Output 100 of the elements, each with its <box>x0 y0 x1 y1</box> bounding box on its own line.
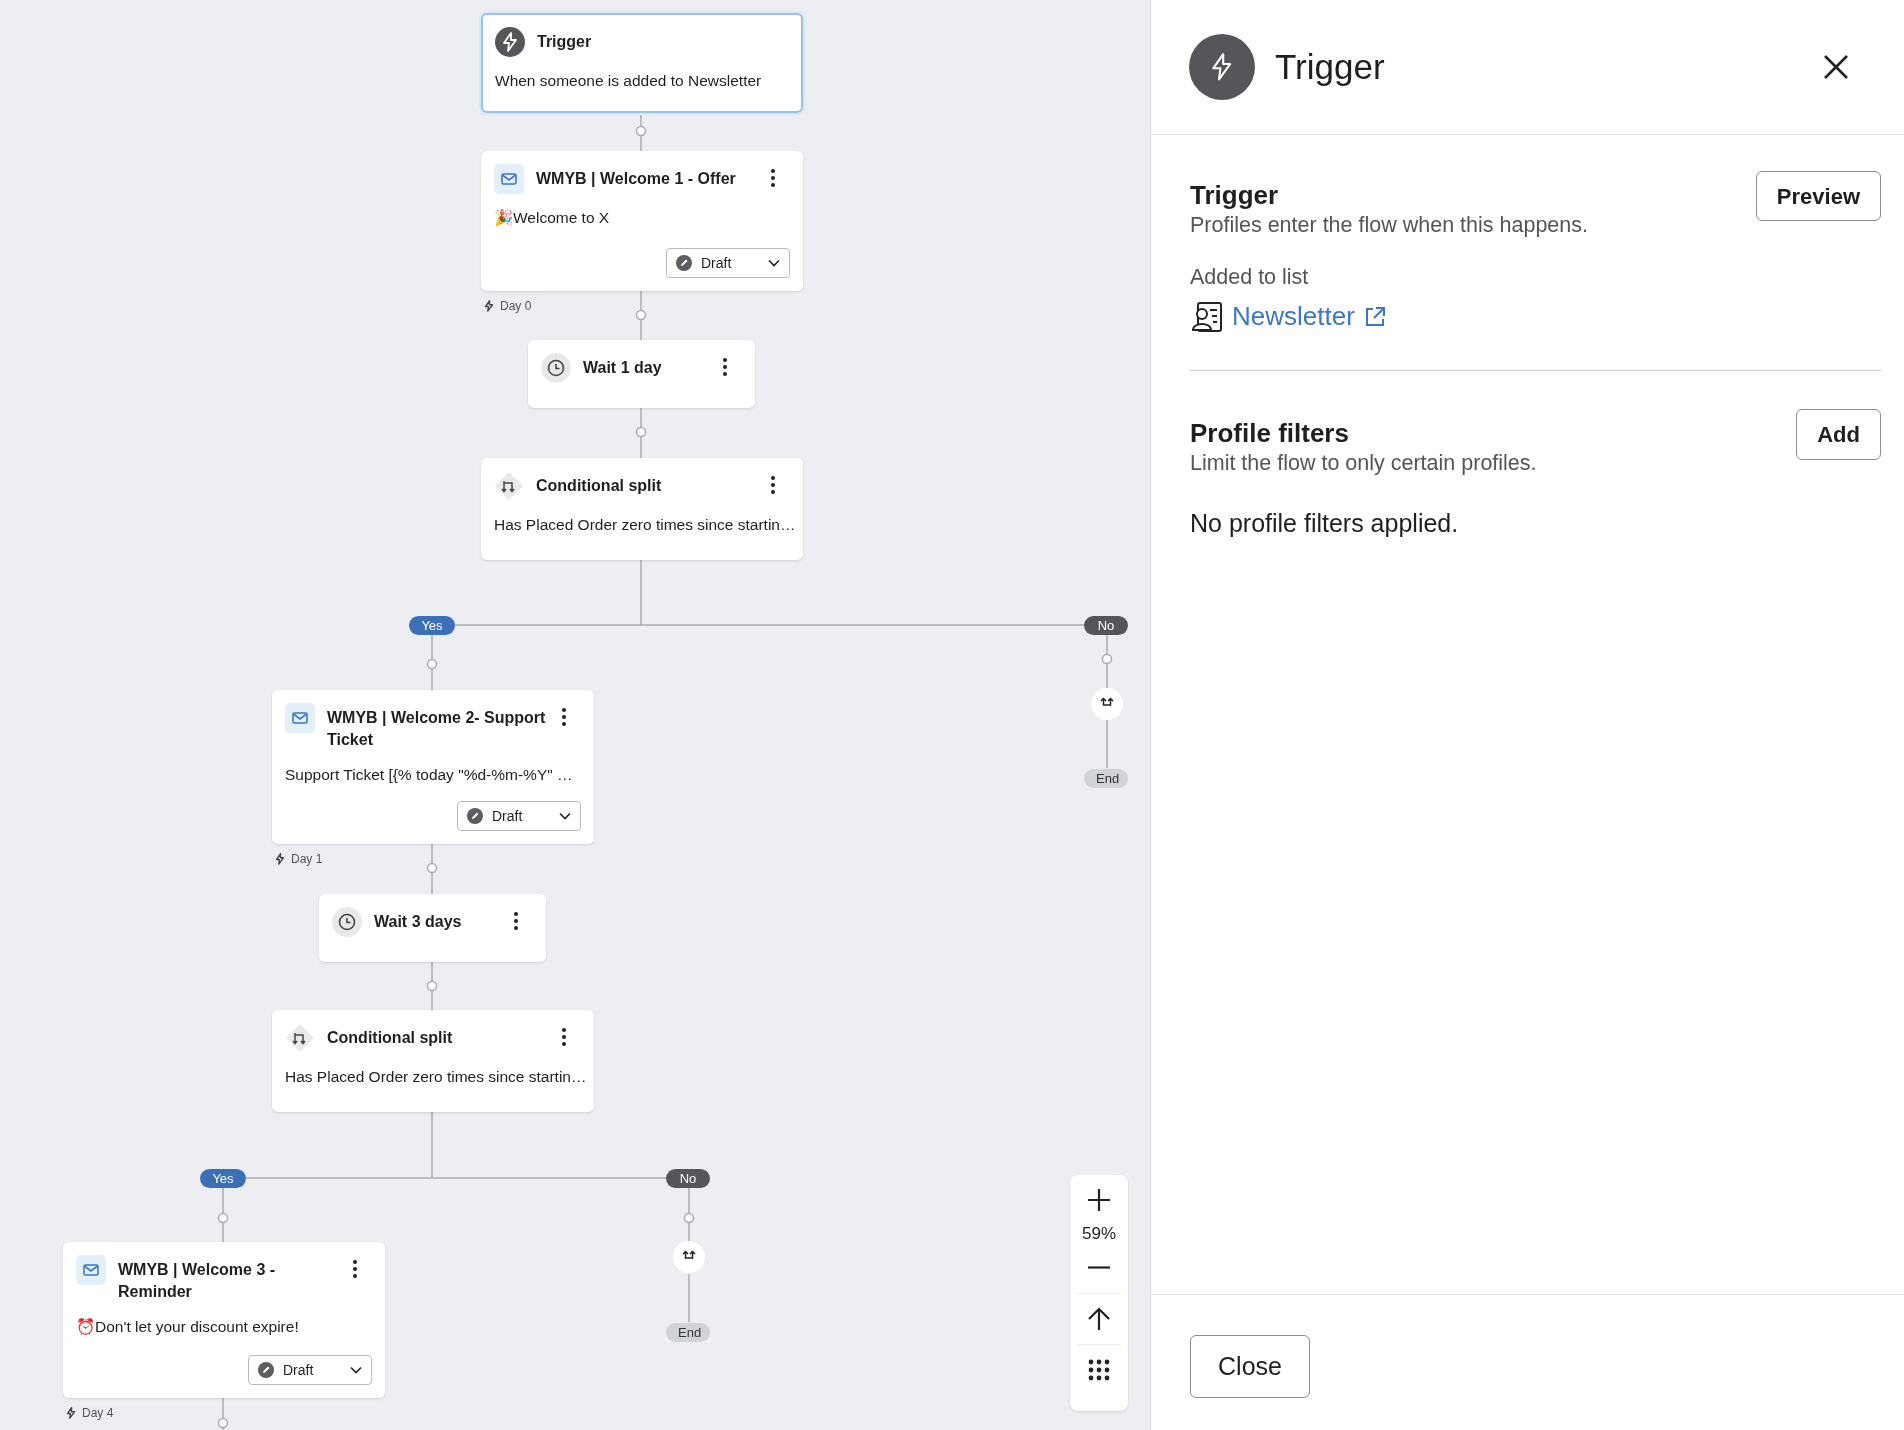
connector-line <box>222 1187 224 1215</box>
envelope-icon <box>494 164 524 194</box>
more-icon[interactable] <box>352 1259 358 1279</box>
flow-step-card[interactable]: WMYB | Welcome 1 - Offer 🎉Welcome to X Draft <box>481 151 803 291</box>
connector-line <box>1106 719 1108 769</box>
status-dropdown[interactable]: Draft <box>666 248 790 278</box>
envelope-icon <box>76 1255 106 1285</box>
more-icon[interactable] <box>722 357 728 377</box>
reroute-button[interactable] <box>673 1241 705 1273</box>
end-label: End <box>666 1322 710 1342</box>
flow-step-card[interactable]: Trigger When someone is added to Newsletter <box>481 13 803 113</box>
bolt-icon <box>1189 34 1255 100</box>
connector-line <box>222 1426 224 1430</box>
zoom-out-icon <box>1085 1266 1113 1269</box>
empty-state-text: No profile filters applied. <box>1190 508 1460 540</box>
connector-line <box>640 112 642 128</box>
connector-dot[interactable] <box>217 1212 229 1224</box>
flow-step-card[interactable]: WMYB | Welcome 3 - Reminder ⏰Don't let your discount expire! Draft <box>63 1242 385 1398</box>
connector-dot[interactable] <box>426 862 438 874</box>
day-label: Day 1 <box>291 851 323 868</box>
connector-dot[interactable] <box>1101 653 1113 665</box>
day-label: Day 0 <box>500 298 532 315</box>
section-heading: Profile filters <box>1190 417 1350 450</box>
flow-step-card[interactable]: Wait 1 day <box>528 340 755 408</box>
pencil-icon <box>257 1361 275 1379</box>
branch-label: Yes <box>200 1168 246 1188</box>
step-title: Conditional split <box>327 1028 454 1048</box>
split-arrows-icon <box>285 1023 315 1053</box>
branch-label: No <box>1084 615 1128 635</box>
connector-dot[interactable] <box>635 309 647 321</box>
flow-step-card[interactable]: Wait 3 days <box>319 894 546 962</box>
connector-line <box>431 961 433 983</box>
connector-line <box>640 407 642 429</box>
step-title: WMYB | Welcome 1 - Offer <box>536 169 737 189</box>
step-description: When someone is added to Newsletter <box>495 71 763 91</box>
envelope-icon <box>285 703 315 733</box>
step-title: WMYB | Welcome 3 - Reminder <box>118 1260 277 1302</box>
connector-line <box>222 1221 224 1243</box>
clock-icon <box>541 353 571 383</box>
flow-step-card[interactable]: Conditional split Has Placed Order zero times since startin… <box>272 1010 594 1112</box>
connector-line <box>688 1221 690 1243</box>
connector-line <box>431 989 433 1011</box>
connector-line <box>640 290 642 312</box>
connector-dot[interactable] <box>635 426 647 438</box>
connector-line <box>1106 634 1108 656</box>
connector-dot[interactable] <box>426 658 438 670</box>
reroute-button[interactable] <box>1091 688 1123 720</box>
branch-label: No <box>666 1168 710 1188</box>
zoom-in-icon <box>1085 1186 1113 1214</box>
connector-line <box>431 843 433 865</box>
more-icon[interactable] <box>561 1027 567 1047</box>
more-icon[interactable] <box>513 911 519 931</box>
add-filter-button[interactable]: Add <box>1796 409 1881 461</box>
status-dropdown[interactable]: Draft <box>457 801 581 831</box>
bolt-icon <box>495 27 525 57</box>
connector-dot[interactable] <box>635 125 647 137</box>
day-label: Day 4 <box>82 1405 114 1422</box>
preview-button[interactable]: Preview <box>1755 171 1881 221</box>
step-description: Support Ticket [{% today "%d-%m-%Y" … <box>285 765 574 785</box>
connector-line <box>1106 662 1108 689</box>
connector-line <box>640 134 642 152</box>
connector-line <box>688 1273 690 1323</box>
step-title: Wait 1 day <box>583 358 663 378</box>
bolt-icon <box>482 299 496 313</box>
status-dropdown[interactable]: Draft <box>248 1355 372 1385</box>
step-title: WMYB | Welcome 2- Support Ticket <box>327 708 547 750</box>
section-description: Profiles enter the flow when this happens. <box>1190 212 1588 239</box>
step-title: Wait 3 days <box>374 912 463 932</box>
branch-label: Yes <box>409 615 455 635</box>
step-title: Conditional split <box>536 476 663 496</box>
close-icon[interactable] <box>1822 53 1850 81</box>
connector-line <box>688 1187 690 1215</box>
clock-icon <box>332 907 362 937</box>
connector-dot[interactable] <box>426 980 438 992</box>
flow-step-card[interactable]: Conditional split Has Placed Order zero times since startin… <box>481 458 803 560</box>
pencil-icon <box>466 807 484 825</box>
connector-dot[interactable] <box>217 1417 229 1429</box>
connector-dot[interactable] <box>683 1212 695 1224</box>
zoom-level: 59% <box>1082 1223 1116 1245</box>
section-description: Limit the flow to only certain profiles. <box>1190 450 1537 478</box>
bolt-icon <box>64 1406 78 1420</box>
split-arrows-icon <box>494 471 524 501</box>
panel-title: Trigger <box>1275 45 1386 88</box>
flow-step-card[interactable]: WMYB | Welcome 2- Support Ticket Support Ticket [{% today "%d-%m-%Y" … Draft <box>272 690 594 844</box>
section-heading: Trigger <box>1190 179 1280 211</box>
pencil-icon <box>675 254 693 272</box>
field-label: Added to list <box>1190 264 1310 291</box>
more-icon[interactable] <box>770 475 776 495</box>
step-description: 🎉Welcome to X <box>494 208 611 228</box>
bolt-icon <box>273 852 287 866</box>
step-description: ⏰Don't let your discount expire! <box>76 1317 300 1337</box>
close-button[interactable]: Close <box>1190 1335 1310 1398</box>
more-icon[interactable] <box>561 707 567 727</box>
more-icon[interactable] <box>770 168 776 188</box>
connector-line <box>640 318 642 341</box>
contact-list-icon <box>1190 299 1224 334</box>
step-title: Trigger <box>537 32 593 52</box>
list-link[interactable]: Newsletter <box>1232 297 1387 337</box>
connector-line <box>431 667 433 691</box>
connector-line <box>640 435 642 459</box>
